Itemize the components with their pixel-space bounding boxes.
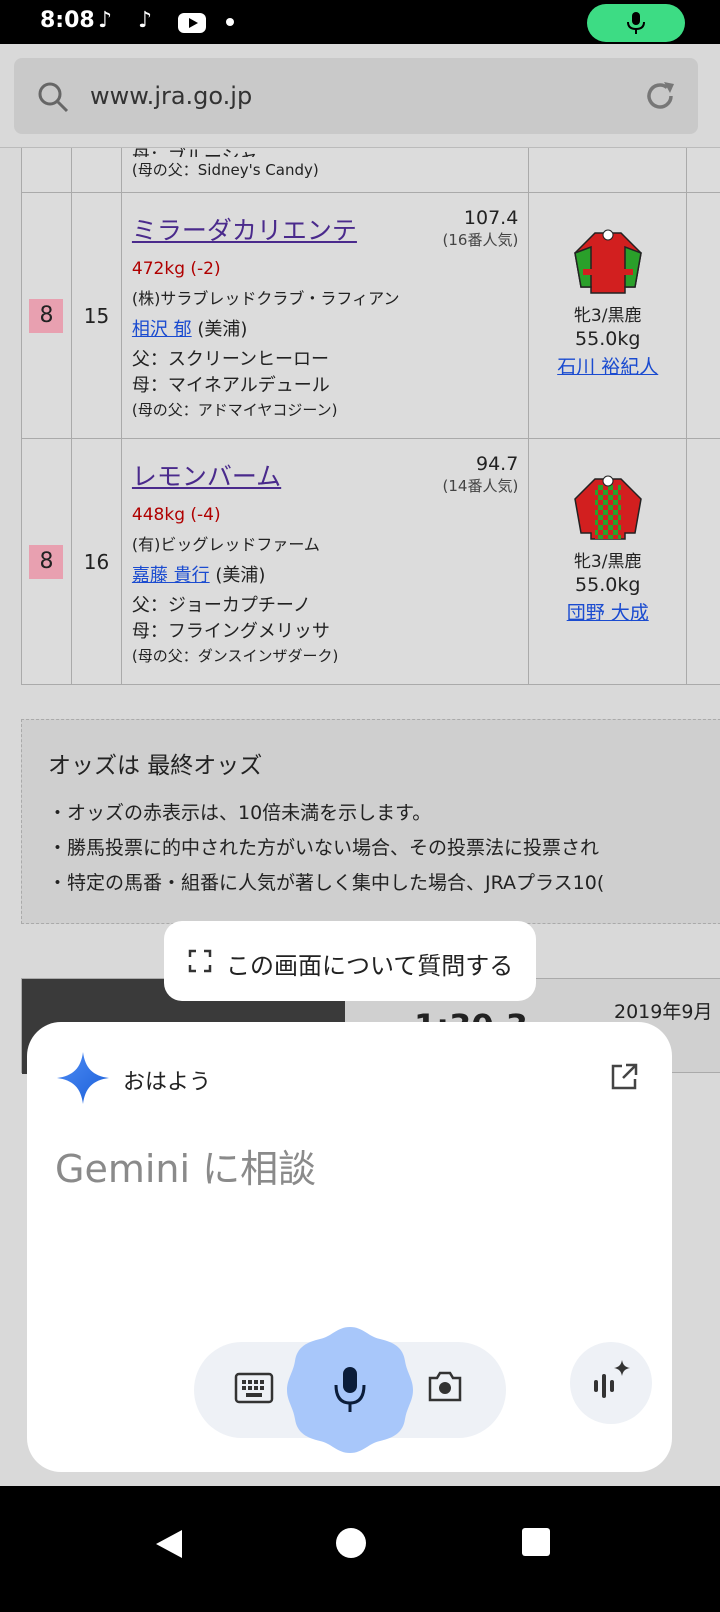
home-icon[interactable] [336, 1528, 366, 1558]
stable-location: (美浦) [197, 319, 248, 340]
search-icon [38, 82, 69, 113]
table-row: 8 15 ミラーダカリエンテ 107.4 (16番人気) 472kg (-2) … [21, 192, 720, 439]
owner-name: (有)ビッグレッドファーム [131, 535, 320, 554]
odds-value: 94.7 [475, 453, 519, 475]
address-bar[interactable]: www.jra.go.jp [14, 58, 698, 134]
odds-block: 94.7 (14番人気) [443, 453, 519, 496]
trainer-link[interactable]: 嘉藤 貴行 [132, 565, 210, 586]
odds-notes-box: オッズは 最終オッズ ・オッズの赤表示は、10倍未満を示します。 ・勝馬投票に的… [21, 719, 720, 924]
popularity-rank: (16番人気) [442, 231, 519, 249]
camera-icon[interactable] [426, 1370, 464, 1404]
race-entries-table: 母：ブルーシャ (母の父：Sidney's Candy) 8 15 ミラーダカリ… [21, 148, 720, 685]
dam-line: 母：マイネアルデュール [131, 375, 330, 396]
ask-about-screen-chip[interactable]: この画面について質問する [164, 921, 536, 1001]
screen-select-icon [188, 949, 212, 973]
carried-weight: 55.0kg [575, 328, 641, 350]
gemini-prompt-input[interactable]: Gemini に相談 [55, 1138, 316, 1193]
dam-line: 母：フライングメリッサ [131, 621, 330, 642]
horse-number: 16 [70, 438, 122, 685]
table-row: 8 16 レモンバーム 94.7 (14番人気) 448kg (-4) (有)ビ… [21, 438, 720, 685]
course-record-date: 2019年9月 [614, 1001, 713, 1023]
notification-dot-icon [226, 18, 234, 26]
back-icon[interactable] [154, 1528, 184, 1560]
jockey-link[interactable]: 石川 裕紀人 [529, 352, 686, 379]
trainer-link[interactable]: 相沢 郁 [132, 319, 192, 340]
frame-number-badge: 8 [29, 544, 64, 579]
mic-active-indicator[interactable] [587, 4, 685, 42]
status-bar: 8:08 ♪ ♪ [0, 0, 720, 44]
jockey-cell: 牝3/黒鹿 55.0kg 団野 大成 [528, 438, 688, 685]
gemini-overlay: おはよう Gemini に相談 [27, 1022, 672, 1472]
horse-number: 15 [70, 192, 122, 439]
horse-info-cell: ミラーダカリエンテ 107.4 (16番人気) 472kg (-2) (株)サラ… [120, 192, 530, 439]
sex-age-color: 牝3/黒鹿 [573, 552, 642, 572]
dam-sire-line: (母の父：アドマイヤコジーン) [131, 401, 338, 419]
sire-line: 父：ジョーカプチーノ [131, 595, 311, 616]
sire-line: 父：スクリーンヒーロー [131, 349, 330, 370]
sex-age-color: 牝3/黒鹿 [573, 306, 642, 326]
url-text[interactable]: www.jra.go.jp [90, 82, 252, 110]
odds-value: 107.4 [463, 207, 519, 229]
tiktok-icon: ♪ [138, 8, 153, 33]
chip-label: この画面について質問する [226, 952, 514, 980]
youtube-icon [178, 13, 206, 33]
owner-name: (株)サラブレッドクラブ・ラフィアン [131, 289, 400, 308]
status-time: 8:08 [40, 8, 95, 33]
live-waveform-icon [594, 1360, 630, 1398]
keyboard-icon[interactable] [234, 1372, 274, 1404]
jockey-silk-icon [573, 229, 642, 294]
horse-info-cell: レモンバーム 94.7 (14番人気) 448kg (-4) (有)ビッグレッド… [120, 438, 530, 685]
notes-title: オッズは 最終オッズ [48, 753, 263, 779]
trainer-line: 相沢 郁 (美浦) [132, 315, 518, 341]
reload-icon[interactable] [642, 78, 678, 114]
dam-sire-line: (母の父：ダンスインザダーク) [131, 647, 339, 665]
recents-icon[interactable] [522, 1528, 550, 1556]
gemini-greeting: おはよう [123, 1070, 212, 1095]
dam-line: 母：ブルーシャ [132, 148, 518, 157]
voice-input-button[interactable] [285, 1325, 415, 1455]
trainer-line: 嘉藤 貴行 (美浦) [132, 561, 518, 587]
dam-sire-line: (母の父：Sidney's Candy) [131, 161, 319, 179]
carried-weight: 55.0kg [575, 574, 641, 596]
notes-line: ・勝馬投票に的中された方がいない場合、その投票法に投票され [48, 837, 600, 859]
jockey-silk-icon [573, 475, 642, 540]
notes-line: ・オッズの赤表示は、10倍未満を示します。 [48, 802, 432, 824]
jockey-cell: 牝3/黒鹿 55.0kg 石川 裕紀人 [528, 192, 688, 439]
frame-number-badge: 8 [29, 298, 64, 333]
odds-block: 107.4 (16番人気) [443, 207, 519, 250]
stable-location: (美浦) [215, 565, 266, 586]
tiktok-icon: ♪ [98, 8, 113, 33]
notes-line: ・特定の馬番・組番に人気が著しく集中した場合、JRAプラス10( [48, 872, 605, 894]
table-row: 母：ブルーシャ (母の父：Sidney's Candy) [21, 148, 720, 193]
jockey-link[interactable]: 団野 大成 [529, 598, 686, 625]
system-nav-bar [0, 1486, 720, 1612]
horse-weight: 472kg (-2) [131, 259, 221, 279]
browser-toolbar: www.jra.go.jp [0, 44, 720, 148]
mic-icon [627, 12, 645, 34]
open-external-icon[interactable] [609, 1062, 639, 1092]
gemini-sparkle-icon [57, 1052, 109, 1104]
gemini-live-button[interactable] [570, 1342, 652, 1424]
popularity-rank: (14番人気) [442, 477, 519, 495]
horse-weight: 448kg (-4) [131, 505, 221, 525]
